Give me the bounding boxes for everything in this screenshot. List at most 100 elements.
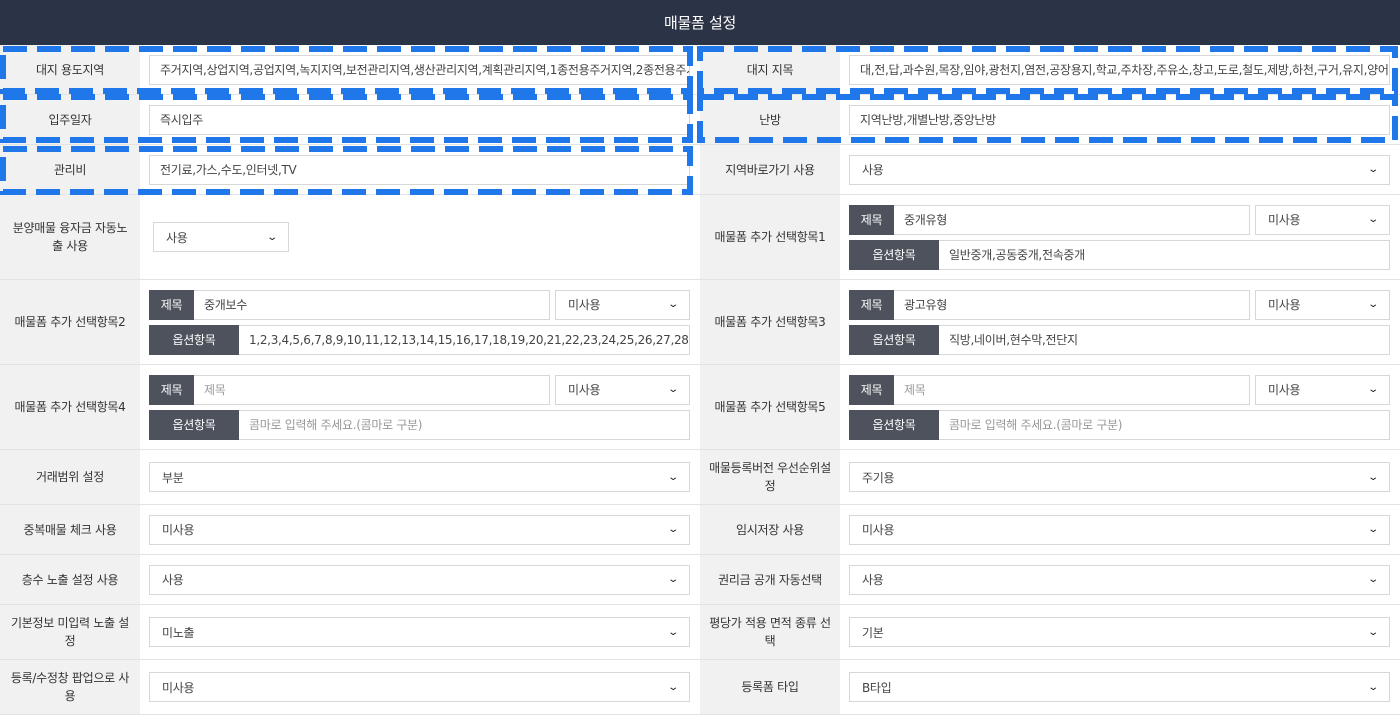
chevron-down-icon: ⌄ xyxy=(667,681,679,693)
reg-priority-label: 매물등록버전 우선순위설정 xyxy=(700,450,840,505)
mgmt-fee-label: 관리비 xyxy=(0,145,140,195)
extra3-options-input[interactable]: 직방,네이버,현수막,전단지 xyxy=(939,324,1390,355)
chevron-down-icon: ⌄ xyxy=(1367,164,1379,175)
extra1-label: 매물폼 추가 선택항목1 xyxy=(700,195,840,280)
select-value: 미사용 xyxy=(862,523,895,537)
land-use-label: 대지 용도지역 xyxy=(0,45,140,95)
extra2-label: 매물폼 추가 선택항목2 xyxy=(0,280,140,365)
extra5-label: 매물폼 추가 선택항목5 xyxy=(700,365,840,450)
select-value: 미사용 xyxy=(1268,213,1301,227)
options-tag: 옵션항목 xyxy=(149,409,239,440)
extra2-title-input[interactable]: 중개보수 xyxy=(194,289,550,320)
select-value: 미사용 xyxy=(568,298,601,312)
select-value: 미사용 xyxy=(568,383,601,397)
heating-input[interactable]: 지역난방,개별난방,중앙난방 xyxy=(849,104,1390,135)
deal-range-label: 거래범위 설정 xyxy=(0,450,140,505)
select-value: 주기용 xyxy=(862,470,895,485)
extra1-use-select[interactable]: 미사용 ⌄ xyxy=(1255,204,1390,235)
form-type-label: 등록폼 타입 xyxy=(700,660,840,715)
title-tag: 제목 xyxy=(849,374,894,405)
popup-edit-select[interactable]: 미사용 ⌄ xyxy=(149,672,690,702)
extra4-title-input[interactable]: 제목 xyxy=(194,374,550,405)
select-value: 사용 xyxy=(862,573,884,587)
select-value: 미사용 xyxy=(1268,298,1301,312)
select-value: 부분 xyxy=(162,470,184,485)
chevron-down-icon: ⌄ xyxy=(667,626,679,638)
region-shortcut-select[interactable]: 사용 ⌄ xyxy=(849,154,1390,185)
mgmt-fee-input[interactable]: 전기료,가스,수도,인터넷,TV xyxy=(149,154,690,185)
options-tag: 옵션항목 xyxy=(849,409,939,440)
extra4-options-input[interactable]: 콤마로 입력해 주세요.(콤마로 구분) xyxy=(239,409,690,440)
heating-label: 난방 xyxy=(700,95,840,145)
land-use-input[interactable]: 주거지역,상업지역,공업지역,녹지지역,보전관리지역,생산관리지역,계획관리지역… xyxy=(149,54,690,85)
title-tag: 제목 xyxy=(149,289,194,320)
extra5-options-input[interactable]: 콤마로 입력해 주세요.(콤마로 구분) xyxy=(939,409,1390,440)
dup-check-select[interactable]: 미사용 ⌄ xyxy=(149,514,690,545)
chevron-down-icon: ⌄ xyxy=(667,471,679,483)
chevron-down-icon: ⌄ xyxy=(667,574,679,585)
area-type-select[interactable]: 기본 ⌄ xyxy=(849,617,1390,647)
floor-expose-label: 층수 노출 설정 사용 xyxy=(0,555,140,605)
chevron-down-icon: ⌄ xyxy=(1367,471,1379,483)
select-value: 미사용 xyxy=(162,680,195,695)
extra2-use-select[interactable]: 미사용 ⌄ xyxy=(555,289,690,320)
extra3-label: 매물폼 추가 선택항목3 xyxy=(700,280,840,365)
chevron-down-icon: ⌄ xyxy=(1367,214,1379,225)
select-value: 기본 xyxy=(862,625,884,640)
dup-check-label: 중복매물 체크 사용 xyxy=(0,505,140,555)
select-value: 사용 xyxy=(162,573,184,587)
temp-save-label: 임시저장 사용 xyxy=(700,505,840,555)
extra3-title-input[interactable]: 광고유형 xyxy=(894,289,1250,320)
chevron-down-icon: ⌄ xyxy=(1367,626,1379,638)
options-tag: 옵션항목 xyxy=(149,324,239,355)
presale-loan-select[interactable]: 사용 ⌄ xyxy=(153,222,289,252)
title-tag: 제목 xyxy=(849,289,894,320)
land-category-label: 대지 지목 xyxy=(700,45,840,95)
select-value: 사용 xyxy=(166,230,188,245)
select-value: 미노출 xyxy=(162,625,195,640)
chevron-down-icon: ⌄ xyxy=(1367,524,1379,535)
reg-priority-select[interactable]: 주기용 ⌄ xyxy=(849,462,1390,492)
basic-missing-label: 기본정보 미입력 노출 설정 xyxy=(0,605,140,660)
select-value: B타입 xyxy=(862,680,892,695)
move-in-input[interactable]: 즉시입주 xyxy=(149,104,690,135)
premium-auto-select[interactable]: 사용 ⌄ xyxy=(849,564,1390,595)
extra5-use-select[interactable]: 미사용 ⌄ xyxy=(1255,374,1390,405)
basic-missing-select[interactable]: 미노출 ⌄ xyxy=(149,617,690,647)
form-type-select[interactable]: B타입 ⌄ xyxy=(849,672,1390,702)
page-title: 매물폼 설정 xyxy=(0,0,1400,45)
extra1-options-input[interactable]: 일반중개,공동중개,전속중개 xyxy=(939,239,1390,270)
presale-loan-label: 분양매물 융자금 자동노출 사용 xyxy=(0,195,140,280)
chevron-down-icon: ⌄ xyxy=(266,231,278,243)
extra4-use-select[interactable]: 미사용 ⌄ xyxy=(555,374,690,405)
extra5-title-input[interactable]: 제목 xyxy=(894,374,1250,405)
title-tag: 제목 xyxy=(149,374,194,405)
title-tag: 제목 xyxy=(849,204,894,235)
select-value: 미사용 xyxy=(1268,383,1301,397)
chevron-down-icon: ⌄ xyxy=(1367,384,1379,395)
select-value: 사용 xyxy=(862,163,884,177)
options-tag: 옵션항목 xyxy=(849,239,939,270)
chevron-down-icon: ⌄ xyxy=(667,524,679,535)
region-shortcut-label: 지역바로가기 사용 xyxy=(700,145,840,195)
area-type-label: 평당가 적용 면적 종류 선택 xyxy=(700,605,840,660)
extra1-title-input[interactable]: 중개유형 xyxy=(894,204,1250,235)
settings-table: 대지 용도지역 주거지역,상업지역,공업지역,녹지지역,보전관리지역,생산관리지… xyxy=(0,45,1400,715)
land-category-input[interactable]: 대,전,답,과수원,목장,임야,광천지,염전,공장용지,학교,주차장,주유소,창… xyxy=(849,54,1390,85)
extra2-options-input[interactable]: 1,2,3,4,5,6,7,8,9,10,11,12,13,14,15,16,1… xyxy=(239,324,690,355)
chevron-down-icon: ⌄ xyxy=(667,384,679,395)
chevron-down-icon: ⌄ xyxy=(667,299,679,310)
extra3-use-select[interactable]: 미사용 ⌄ xyxy=(1255,289,1390,320)
move-in-label: 입주일자 xyxy=(0,95,140,145)
premium-auto-label: 권리금 공개 자동선택 xyxy=(700,555,840,605)
floor-expose-select[interactable]: 사용 ⌄ xyxy=(149,564,690,595)
chevron-down-icon: ⌄ xyxy=(1367,299,1379,310)
extra4-label: 매물폼 추가 선택항목4 xyxy=(0,365,140,450)
options-tag: 옵션항목 xyxy=(849,324,939,355)
popup-edit-label: 등록/수정창 팝업으로 사용 xyxy=(0,660,140,715)
chevron-down-icon: ⌄ xyxy=(1367,574,1379,585)
temp-save-select[interactable]: 미사용 ⌄ xyxy=(849,514,1390,545)
deal-range-select[interactable]: 부분 ⌄ xyxy=(149,462,690,492)
chevron-down-icon: ⌄ xyxy=(1367,681,1379,693)
select-value: 미사용 xyxy=(162,523,195,537)
